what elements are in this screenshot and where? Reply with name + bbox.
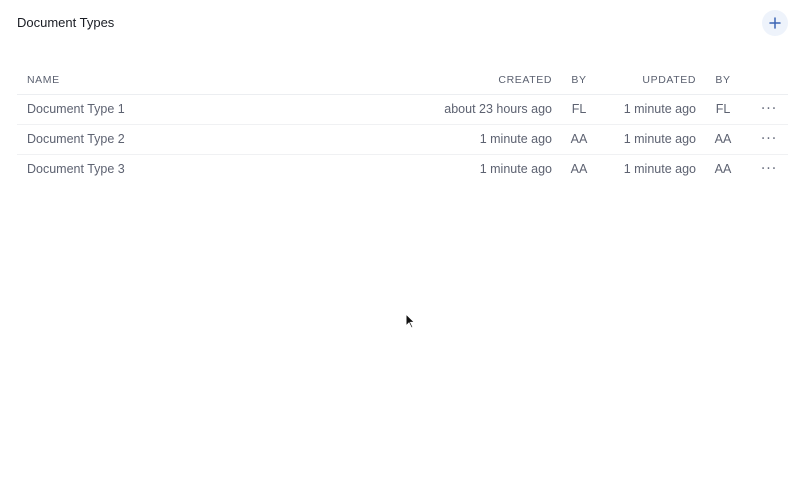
row-updated: 1 minute ago	[606, 124, 696, 155]
row-updated: 1 minute ago	[606, 94, 696, 125]
row-updated-by: FL	[696, 94, 750, 125]
row-created-by: AA	[552, 124, 606, 155]
column-header-updated[interactable]: UPDATED	[606, 67, 696, 95]
table-row[interactable]: Document Type 2 1 minute ago AA 1 minute…	[17, 124, 788, 155]
row-created: 1 minute ago	[412, 124, 552, 155]
row-created-by: AA	[570, 162, 588, 177]
document-types-table: NAME CREATED BY UPDATED BY Document Type…	[17, 67, 788, 184]
add-document-type-button[interactable]	[762, 9, 788, 36]
column-header-actions	[750, 67, 788, 95]
mouse-cursor-icon	[405, 313, 415, 329]
page-title: Document Types	[17, 15, 115, 30]
row-updated-by: AA	[714, 162, 732, 177]
more-options-icon[interactable]: ···	[757, 162, 781, 176]
table-header-row: NAME CREATED BY UPDATED BY	[17, 67, 788, 95]
table-row[interactable]: Document Type 3 1 minute ago AA 1 minute…	[17, 154, 788, 184]
row-updated: 1 minute ago	[623, 162, 696, 177]
row-created: about 23 hours ago	[412, 94, 552, 125]
column-header-updated-by[interactable]: BY	[696, 67, 750, 95]
column-header-name[interactable]: NAME	[17, 67, 412, 95]
row-name[interactable]: Document Type 3	[17, 154, 412, 184]
more-options-icon[interactable]: ···	[757, 102, 781, 116]
column-header-created[interactable]: CREATED	[412, 67, 552, 95]
row-updated-by: AA	[696, 124, 750, 155]
page-header: Document Types	[17, 9, 788, 36]
row-created-by: FL	[552, 94, 606, 125]
more-options-icon[interactable]: ···	[757, 132, 781, 146]
document-types-page: Document Types NAME CREATED BY UPDATED B…	[0, 0, 800, 494]
row-created: 1 minute ago	[479, 162, 552, 177]
row-name[interactable]: Document Type 2	[17, 124, 412, 155]
table-row[interactable]: Document Type 1 about 23 hours ago FL 1 …	[17, 94, 788, 125]
column-header-created-by[interactable]: BY	[552, 67, 606, 95]
row-name[interactable]: Document Type 1	[17, 94, 412, 125]
plus-icon	[769, 16, 781, 29]
